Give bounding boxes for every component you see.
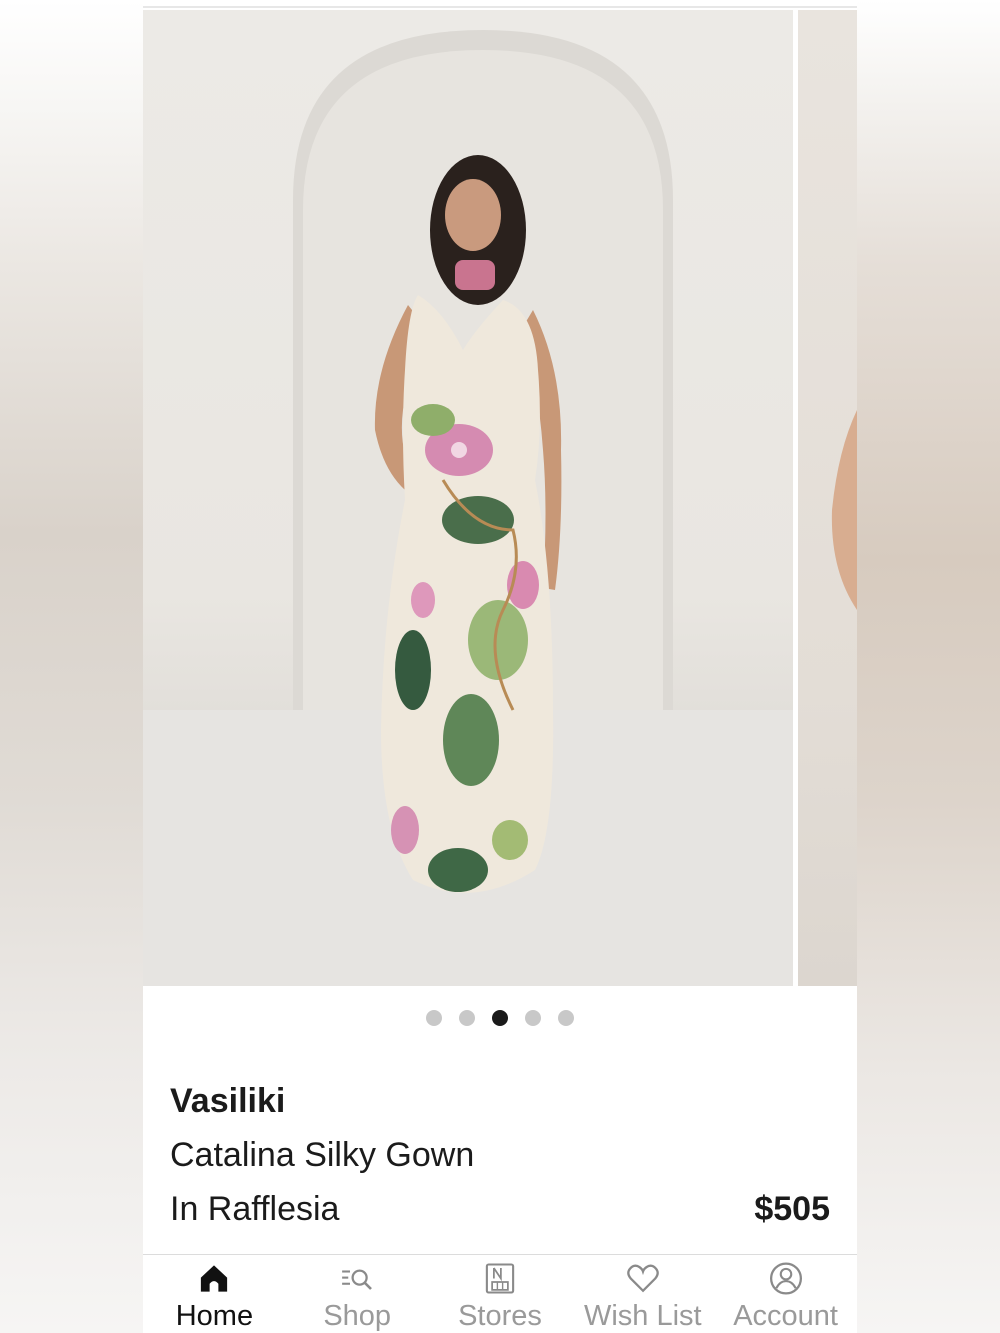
product-brand[interactable]: Vasiliki (170, 1082, 285, 1121)
blurred-background-left (0, 0, 143, 1333)
heart-icon (626, 1264, 659, 1293)
carousel-dot[interactable] (459, 1010, 475, 1026)
product-image[interactable] (143, 10, 793, 986)
tab-account[interactable]: Account (714, 1255, 857, 1333)
tab-stores-label: Stores (458, 1300, 542, 1332)
next-product-image[interactable] (798, 10, 857, 986)
tab-account-label: Account (733, 1300, 838, 1332)
blurred-background-right (857, 0, 1000, 1333)
tab-shop[interactable]: Shop (286, 1255, 429, 1333)
product-price: $505 (754, 1190, 830, 1228)
next-photo-preview (831, 410, 857, 610)
tab-wish-list[interactable]: Wish List (571, 1255, 714, 1333)
carousel-dot[interactable] (558, 1010, 574, 1026)
model-photo (143, 30, 793, 986)
tab-home-label: Home (175, 1300, 254, 1332)
carousel-pagination (143, 1010, 857, 1026)
tab-stores[interactable]: Stores (429, 1255, 572, 1333)
bottom-tab-bar: Home Shop Stores Wish List Account (143, 1255, 857, 1333)
stores-icon (485, 1263, 515, 1294)
product-image-carousel[interactable] (143, 10, 857, 986)
phone-screen: Vasiliki Catalina Silky Gown In Rafflesi… (143, 0, 857, 1333)
carousel-dot[interactable] (492, 1010, 508, 1026)
tab-shop-label: Shop (323, 1300, 392, 1332)
tab-wish-list-label: Wish List (583, 1300, 702, 1332)
shop-search-icon (342, 1269, 373, 1290)
product-name-line1[interactable]: Catalina Silky Gown (170, 1136, 474, 1175)
home-icon (201, 1265, 228, 1292)
top-divider (143, 6, 857, 8)
tab-home[interactable]: Home (143, 1255, 286, 1333)
carousel-dot[interactable] (525, 1010, 541, 1026)
account-icon (769, 1262, 802, 1295)
product-name-line2[interactable]: In Rafflesia (170, 1190, 339, 1229)
carousel-dot[interactable] (426, 1010, 442, 1026)
